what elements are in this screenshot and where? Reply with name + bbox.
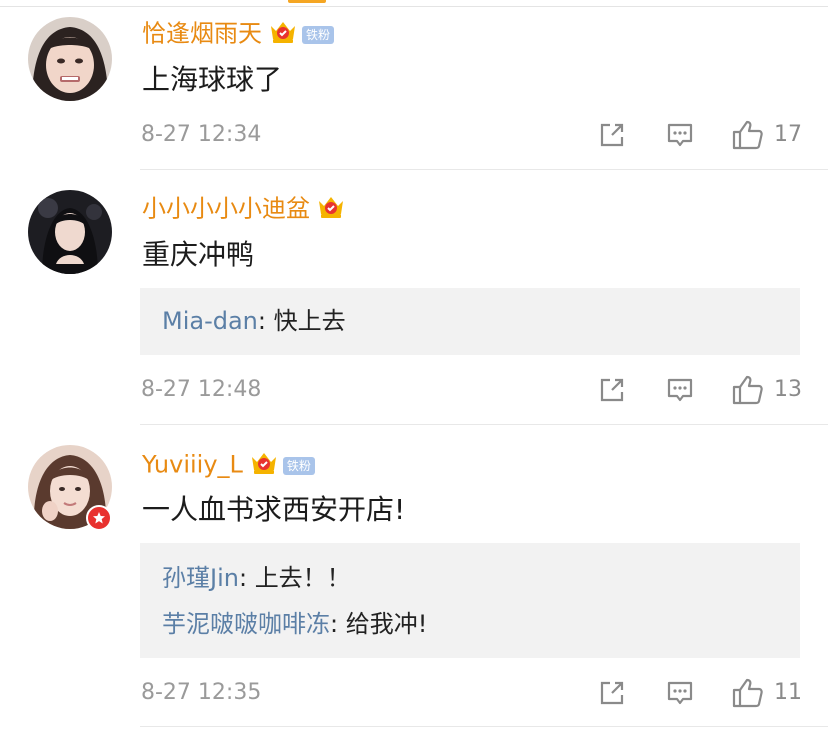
username[interactable]: Yuviiiy_L 铁粉 <box>142 448 315 483</box>
reply-item: 芋泥啵啵咖啡冻: 给我冲! <box>162 610 428 638</box>
username-text: 恰逢烟雨天 <box>142 19 262 48</box>
like-count: 13 <box>774 377 802 402</box>
reply-box[interactable]: 孙瑾Jin: 上去！！ 芋泥啵啵咖啡冻: 给我冲! <box>140 543 800 658</box>
reply-item: Mia-dan: 快上去 <box>162 307 346 335</box>
reply-text: 给我冲! <box>345 610 428 638</box>
fan-badge: 铁粉 <box>282 456 315 475</box>
comment-text: 一人血书求西安开店! <box>142 493 406 526</box>
comment-item: 恰逢烟雨天 铁粉 上海球球了 8-27 12:34 17 <box>0 0 828 170</box>
comment-divider <box>140 726 828 727</box>
verified-star-icon <box>86 505 112 531</box>
comment-text: 上海球球了 <box>142 63 283 96</box>
comment-icon[interactable] <box>664 375 696 405</box>
like-count: 17 <box>774 122 802 147</box>
reply-box[interactable]: Mia-dan: 快上去 <box>140 288 800 355</box>
repost-icon[interactable] <box>596 678 628 708</box>
repost-icon[interactable] <box>596 120 628 150</box>
reply-username[interactable]: 孙瑾Jin <box>162 564 239 592</box>
avatar[interactable] <box>28 190 112 274</box>
comment-time: 8-27 12:34 <box>141 122 262 147</box>
reply-username[interactable]: Mia-dan <box>162 307 258 335</box>
repost-icon[interactable] <box>596 375 628 405</box>
username-text: Yuviiiy_L <box>142 450 243 479</box>
username[interactable]: 小小小小小迪盆 <box>142 192 346 227</box>
like-icon[interactable] <box>730 118 766 152</box>
like-count: 11 <box>774 680 802 705</box>
comment-time: 8-27 12:35 <box>141 680 262 705</box>
fan-badge: 铁粉 <box>302 25 335 44</box>
like-icon[interactable] <box>730 676 766 710</box>
like-icon[interactable] <box>730 373 766 407</box>
reply-text: 快上去 <box>273 307 346 335</box>
avatar[interactable] <box>28 17 112 101</box>
comment-text: 重庆冲鸭 <box>142 238 255 271</box>
vip-crown-icon <box>268 17 298 52</box>
comment-item: Yuviiiy_L 铁粉 一人血书求西安开店! 孙瑾Jin: 上去！！ 芋泥啵啵咖… <box>0 425 828 729</box>
reply-text: 上去！！ <box>254 564 351 592</box>
comment-item: 小小小小小迪盆 重庆冲鸭 Mia-dan: 快上去 8-27 12:48 13 <box>0 170 828 425</box>
comment-icon[interactable] <box>664 120 696 150</box>
vip-crown-icon <box>316 192 346 227</box>
comment-icon[interactable] <box>664 678 696 708</box>
username-text: 小小小小小迪盆 <box>142 194 310 223</box>
reply-username[interactable]: 芋泥啵啵咖啡冻 <box>162 610 330 638</box>
vip-crown-icon <box>249 448 279 483</box>
comment-time: 8-27 12:48 <box>141 377 262 402</box>
username[interactable]: 恰逢烟雨天 铁粉 <box>142 17 335 52</box>
reply-item: 孙瑾Jin: 上去！！ <box>162 564 351 592</box>
